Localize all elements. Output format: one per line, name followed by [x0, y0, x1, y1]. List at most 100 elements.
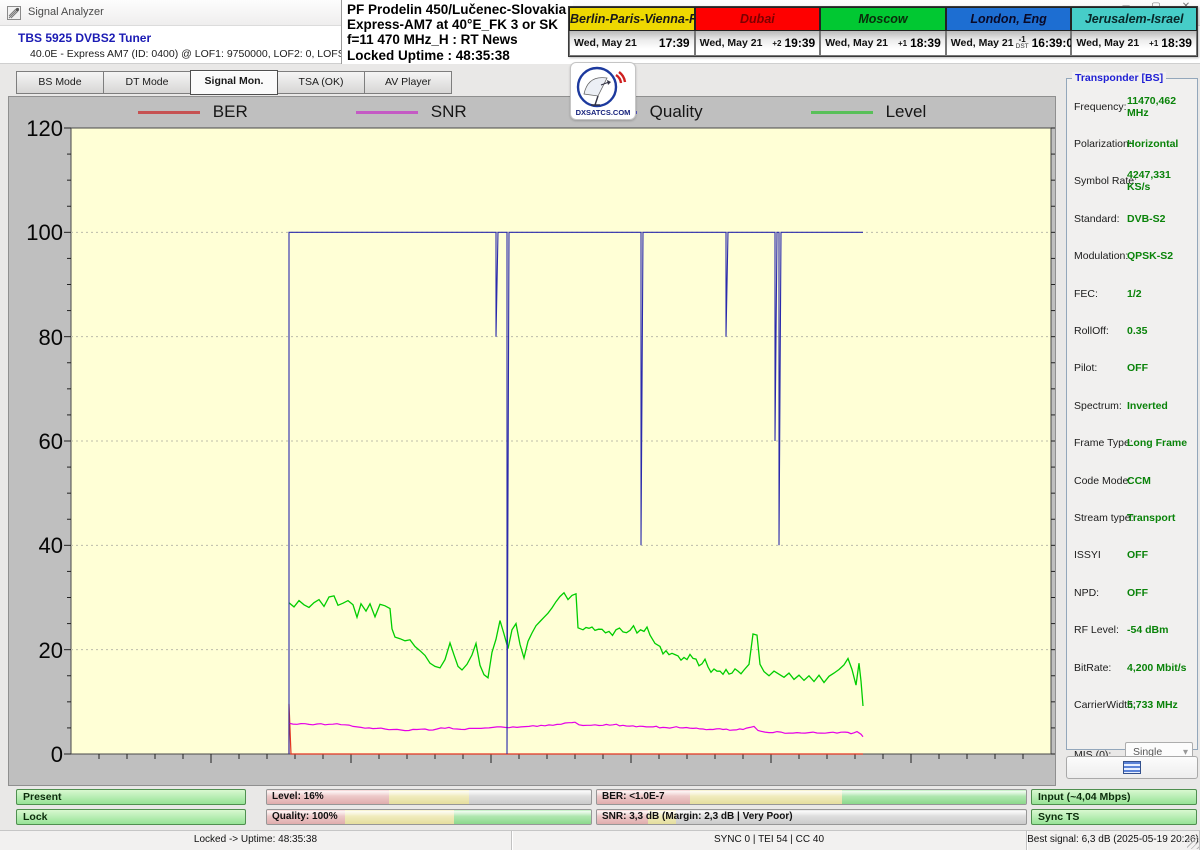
legend-item: BER	[138, 102, 248, 122]
transponder-row-value: OFF	[1127, 587, 1148, 599]
transponder-row-value: 5,733 MHz	[1127, 699, 1178, 711]
clock-time-row: Wed, May 21 +1 18:39	[820, 31, 946, 56]
clock-date: Wed, May 21	[951, 37, 1014, 49]
transponder-row: Standard: DVB-S2	[1067, 200, 1197, 237]
transponder-row: Pilot: OFF	[1067, 350, 1197, 387]
y-axis-label: 120	[17, 116, 63, 142]
transponder-row-label: Pilot:	[1074, 362, 1097, 374]
clock: Dubai Wed, May 21 +2 19:39	[695, 7, 821, 56]
transponder-row: Symbol Rate: 4247,331 KS/s	[1067, 163, 1197, 200]
transponder-row-value: 1/2	[1127, 288, 1142, 300]
clock-date: Wed, May 21	[825, 37, 888, 49]
clock-time-row: Wed, May 21 -1DST 16:39:06	[946, 31, 1072, 56]
transponder-row: Spectrum: Inverted	[1067, 387, 1197, 424]
y-axis-label: 60	[17, 429, 63, 455]
transponder-row: NPD: OFF	[1067, 574, 1197, 611]
meter-label: BER: <1.0E-7	[602, 791, 665, 802]
resize-grip[interactable]	[1187, 837, 1199, 849]
tuner-name: TBS 5925 DVBS2 Tuner	[18, 31, 151, 45]
transponder-row-label: BitRate:	[1074, 662, 1111, 674]
clock-time-row: Wed, May 21 +1 18:39	[1071, 31, 1197, 56]
signal-chart	[9, 97, 1055, 785]
transponder-row-value: QPSK-S2	[1127, 250, 1173, 262]
legend-swatch	[138, 111, 200, 114]
tab-tsa-ok-[interactable]: TSA (OK)	[277, 71, 365, 94]
transponder-row-label: Stream type:	[1074, 512, 1134, 524]
clock: London, Eng Wed, May 21 -1DST 16:39:06	[946, 7, 1072, 56]
transponder-row-value: 0.35	[1127, 325, 1147, 337]
transponder-row-label: NPD:	[1074, 587, 1099, 599]
transponder-row-label: Spectrum:	[1074, 400, 1122, 412]
y-axis-label: 80	[17, 325, 63, 351]
header-line: f=11 470 MHz_H : RT News	[347, 32, 573, 47]
clock-utc-offset: +1	[896, 40, 909, 47]
signal-chart-panel: BER SNR Quality Level 120100806040200	[8, 96, 1056, 786]
transponder-row: RF Level: -54 dBm	[1067, 611, 1197, 648]
transponder-row-value: 11470,462 MHz	[1127, 95, 1197, 119]
clock-time: 18:39	[1161, 36, 1192, 50]
header-line: PF Prodelin 450/Lučenec-Slovakia	[347, 2, 573, 17]
transponder-row-value: OFF	[1127, 549, 1148, 561]
transponder-row-label: Code Mode:	[1074, 475, 1131, 487]
transponder-row-value: Inverted	[1127, 400, 1168, 412]
quality-meter: Quality: 100%	[266, 809, 592, 825]
transponder-row-label: FEC:	[1074, 288, 1098, 300]
clock-date: Wed, May 21	[574, 37, 637, 49]
record-button[interactable]	[1066, 756, 1198, 779]
transponder-row-value: Horizontal	[1127, 138, 1178, 150]
legend-label: Level	[886, 102, 927, 122]
clock: Jerusalem-Israel Wed, May 21 +1 18:39	[1071, 7, 1197, 56]
transponder-row: RollOff: 0.35	[1067, 312, 1197, 349]
meter-label: Quality: 100%	[272, 811, 338, 822]
transponder-row-value: -54 dBm	[1127, 624, 1168, 636]
transponder-row: Frame Type: Long Frame	[1067, 425, 1197, 462]
transponder-row-value: Transport	[1127, 512, 1175, 524]
transponder-row-value: OFF	[1127, 362, 1148, 374]
transponder-row: ISSYI OFF	[1067, 537, 1197, 574]
clock: Moscow Wed, May 21 +1 18:39	[820, 7, 946, 56]
tab-bs-mode[interactable]: BS Mode	[16, 71, 104, 94]
signal-analyzer-window: Signal Analyzer ─▢✕ TBS 5925 DVBS2 Tuner…	[0, 0, 1200, 850]
meter-fill-segment	[389, 790, 469, 804]
y-axis-label: 20	[17, 638, 63, 664]
transponder-row-label: Modulation:	[1074, 250, 1128, 262]
legend-swatch	[811, 111, 873, 114]
meter-fill-segment	[842, 790, 1026, 804]
transponder-row-label: Polarization:	[1074, 138, 1132, 150]
logo-text: DXSATCS.COM	[576, 108, 631, 117]
transponder-title: Transponder [BS]	[1072, 72, 1166, 84]
transponder-groupbox: Transponder [BS] Frequency: 11470,462 MH…	[1066, 78, 1198, 750]
snr-meter: SNR: 3,3 dB (Margin: 2,3 dB | Very Poor)	[596, 809, 1027, 825]
clock-time-row: Wed, May 21 17:39	[569, 31, 695, 56]
legend-label: SNR	[431, 102, 467, 122]
reception-header: PF Prodelin 450/Lučenec-SlovakiaExpress-…	[341, 0, 573, 64]
transponder-row: Frequency: 11470,462 MHz	[1067, 88, 1197, 125]
transponder-row-label: ISSYI	[1074, 549, 1101, 561]
meter-fill-segment	[345, 810, 455, 824]
y-axis-label: 0	[17, 742, 63, 768]
transponder-row-label: Frequency:	[1074, 101, 1127, 113]
clock-utc-offset: +1	[1147, 40, 1160, 47]
status-cell: Locked -> Uptime: 48:35:38	[0, 831, 512, 850]
clock-time: 17:39	[659, 36, 690, 50]
transponder-row: Code Mode: CCM	[1067, 462, 1197, 499]
mode-tabs: BS ModeDT ModeSignal Mon.TSA (OK)AV Play…	[16, 71, 451, 95]
chart-legend: BER SNR Quality Level	[9, 102, 1055, 122]
meter-label: SNR: 3,3 dB (Margin: 2,3 dB | Very Poor)	[602, 811, 793, 822]
transponder-row: FEC: 1/2	[1067, 275, 1197, 312]
clock-time-row: Wed, May 21 +2 19:39	[695, 31, 821, 56]
app-icon	[7, 6, 21, 20]
lock-indicator: Lock	[16, 809, 246, 825]
tab-signal-mon-[interactable]: Signal Mon.	[190, 70, 278, 95]
transponder-row-label: RF Level:	[1074, 624, 1119, 636]
clock-utc-offset: +2	[770, 40, 783, 47]
tab-av-player[interactable]: AV Player	[364, 71, 452, 94]
status-bar: Locked -> Uptime: 48:35:38SYNC 0 | TEI 5…	[0, 830, 1200, 850]
tab-dt-mode[interactable]: DT Mode	[103, 71, 191, 94]
world-clocks: Berlin-Paris-Vienna-Roma Wed, May 21 17:…	[568, 6, 1198, 57]
transponder-row: CarrierWidth: 5,733 MHz	[1067, 686, 1197, 723]
clock-city: Berlin-Paris-Vienna-Roma	[569, 7, 695, 31]
clock-time: 18:39	[910, 36, 941, 50]
transponder-row: BitRate: 4,200 Mbit/s	[1067, 649, 1197, 686]
level-meter: Level: 16%	[266, 789, 592, 805]
